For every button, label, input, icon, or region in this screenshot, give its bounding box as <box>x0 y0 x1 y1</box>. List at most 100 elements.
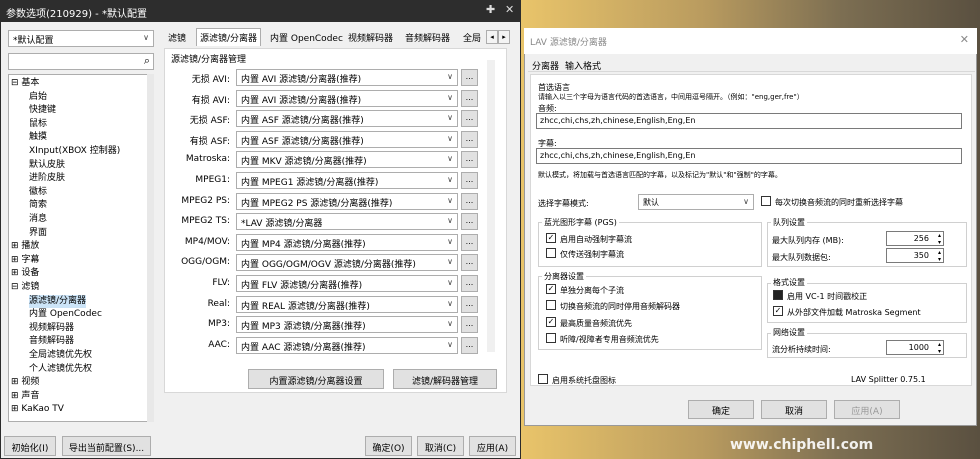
lav-apply-button[interactable]: 应用(A) <box>834 400 900 419</box>
tab-scroll-left-icon[interactable]: ◂ <box>486 30 498 44</box>
tree-item[interactable]: 触摸 <box>29 131 47 144</box>
splitter-more-button[interactable]: ... <box>461 254 478 272</box>
lav-cancel-button[interactable]: 取消 <box>761 400 827 419</box>
settings-tree[interactable]: ⊟ 基本 启始 快捷键 鼠标 触摸 XInput(XBOX 控制器) 默认皮肤 进阶皮肤 徽标简… <box>8 74 154 422</box>
tree-item[interactable]: 全局滤镜优先权 <box>29 349 92 362</box>
best-quality-checkbox[interactable]: ✓ <box>546 317 556 327</box>
tab-video-decoder[interactable]: 视频解码器 <box>348 31 393 44</box>
queue-packets-spinner[interactable]: 350 <box>886 248 944 263</box>
builtin-splitter-settings-button[interactable]: 内置源滤镜/分离器设置 <box>248 369 384 389</box>
reselect-checkbox[interactable] <box>761 196 771 206</box>
audio-lang-field[interactable]: zhcc,chi,chs,zh,chinese,English,Eng,En <box>536 113 962 129</box>
tab-source-splitter[interactable]: 源滤镜/分离器 <box>196 28 262 46</box>
tree-item[interactable]: 默认皮肤 <box>29 159 65 172</box>
splitter-more-button[interactable]: ... <box>461 213 478 231</box>
tree-item[interactable]: ⊞ KaKao TV <box>11 403 64 416</box>
expand-icon[interactable]: ⊞ <box>11 241 21 251</box>
close-icon[interactable]: ✕ <box>960 33 969 46</box>
profile-select[interactable]: *默认配置 ∨ <box>8 30 154 47</box>
splitter-more-button[interactable]: ... <box>461 69 478 86</box>
tree-item[interactable]: 进阶皮肤 <box>29 172 65 185</box>
splitter-more-button[interactable]: ... <box>461 89 478 107</box>
tree-item[interactable]: 徽标 <box>29 186 47 199</box>
tree-item[interactable]: 启始 <box>29 91 47 104</box>
tree-item[interactable]: XInput(XBOX 控制器) <box>29 145 120 158</box>
tree-item[interactable]: 内置 OpenCodec <box>29 308 102 321</box>
expand-icon[interactable]: ⊞ <box>11 377 21 387</box>
splitter-more-button[interactable]: ... <box>461 316 478 334</box>
tab-opencodec[interactable]: 内置 OpenCodec <box>270 31 343 44</box>
splitter-more-button[interactable]: ... <box>461 295 478 313</box>
pgs-auto-checkbox[interactable]: ✓ <box>546 233 556 243</box>
tree-item[interactable]: 个人滤镜优先权 <box>29 363 92 376</box>
filter-manager-button[interactable]: 滤镜/解码器管理 <box>393 369 497 389</box>
splitter-select[interactable]: 内置 OGG/OGM/OGV 源滤镜/分离器(推荐) ∨ <box>236 254 458 272</box>
splitter-select[interactable]: 内置 ASF 源滤镜/分离器(推荐) ∨ <box>236 110 458 128</box>
tree-item[interactable]: 简索 <box>29 199 47 212</box>
splitter-select[interactable]: 内置 FLV 源滤镜/分离器(推荐) ∨ <box>236 275 458 292</box>
stream-analysis-spinner[interactable]: 1000 <box>886 340 944 355</box>
tray-icon-checkbox[interactable] <box>538 374 548 384</box>
splitter-select[interactable]: 内置 MKV 源滤镜/分离器(推荐) ∨ <box>236 151 458 169</box>
tree-item[interactable]: 视频解码器 <box>29 322 74 335</box>
subtitle-lang-field[interactable]: zhcc,chi,chs,zh,chinese,English,Eng,En <box>536 148 962 164</box>
disable-decoder-checkbox[interactable] <box>546 300 556 310</box>
impaired-checkbox[interactable] <box>546 333 556 343</box>
collapse-icon[interactable]: ⊟ <box>11 78 21 88</box>
tree-item[interactable]: ⊞ 视频 <box>11 376 39 389</box>
splitter-select[interactable]: 内置 AAC 源滤镜/分离器(推荐) ∨ <box>236 336 458 354</box>
splitter-more-button[interactable]: ... <box>461 130 478 148</box>
tree-item[interactable]: ⊟ 滤镜 <box>11 281 39 294</box>
splitter-more-button[interactable]: ... <box>461 192 478 210</box>
tree-item[interactable]: 消息 <box>29 213 47 226</box>
splitter-select[interactable]: 内置 AVI 源滤镜/分离器(推荐) ∨ <box>236 69 458 86</box>
pin-icon[interactable]: ✚ <box>486 3 495 16</box>
collapse-icon[interactable]: ⊟ <box>11 282 21 292</box>
tab-audio-decoder[interactable]: 音频解码器 <box>405 31 450 44</box>
tree-item[interactable]: ⊟ 基本 <box>11 77 39 90</box>
tree-item[interactable]: ⊞ 字幕 <box>11 254 39 267</box>
tree-item[interactable]: 界面 <box>29 227 47 240</box>
rows-scrollbar[interactable] <box>487 60 495 352</box>
splitter-more-button[interactable]: ... <box>461 275 478 292</box>
vc1-checkbox[interactable] <box>773 290 783 300</box>
splitter-select[interactable]: 内置 AVI 源滤镜/分离器(推荐) ∨ <box>236 89 458 107</box>
splitter-more-button[interactable]: ... <box>461 110 478 128</box>
apply-button[interactable]: 应用(A) <box>469 436 516 456</box>
lav-ok-button[interactable]: 确定 <box>688 400 754 419</box>
substream-checkbox[interactable]: ✓ <box>546 284 556 294</box>
splitter-select[interactable]: 内置 MP3 源滤镜/分离器(推荐) ∨ <box>236 316 458 334</box>
tab-input-format[interactable]: 输入格式 <box>565 59 601 72</box>
init-button[interactable]: 初始化(I) <box>4 436 56 456</box>
matroska-segment-checkbox[interactable]: ✓ <box>773 306 783 316</box>
splitter-more-button[interactable]: ... <box>461 336 478 354</box>
tab-filters[interactable]: 滤镜 <box>168 31 186 44</box>
cancel-button[interactable]: 取消(C) <box>417 436 464 456</box>
splitter-more-button[interactable]: ... <box>461 151 478 169</box>
tree-item[interactable]: 快捷键 <box>29 104 56 117</box>
pgs-forced-checkbox[interactable] <box>546 248 556 258</box>
expand-icon[interactable]: ⊞ <box>11 391 21 401</box>
splitter-select[interactable]: 内置 MPEG1 源滤镜/分离器(推荐) ∨ <box>236 172 458 189</box>
splitter-select[interactable]: 内置 ASF 源滤镜/分离器(推荐) ∨ <box>236 130 458 148</box>
search-input[interactable]: ⌕ <box>8 53 154 70</box>
tree-item[interactable]: 音频解码器 <box>29 335 74 348</box>
expand-icon[interactable]: ⊞ <box>11 404 21 414</box>
export-config-button[interactable]: 导出当前配置(S)... <box>62 436 151 456</box>
splitter-select[interactable]: *LAV 源滤镜/分离器 ∨ <box>236 213 458 231</box>
tree-item[interactable]: 源滤镜/分离器 <box>29 294 87 308</box>
sub-mode-select[interactable]: 默认 ∨ <box>638 194 754 210</box>
tab-global[interactable]: 全局 <box>463 31 481 44</box>
tab-scroll-right-icon[interactable]: ▸ <box>498 30 510 44</box>
queue-mem-spinner[interactable]: 256 <box>886 231 944 246</box>
tab-splitter[interactable]: 分离器 <box>532 59 559 72</box>
splitter-select[interactable]: 内置 REAL 源滤镜/分离器(推荐) ∨ <box>236 295 458 313</box>
search-icon[interactable]: ⌕ <box>144 54 150 68</box>
close-icon[interactable]: ✕ <box>505 3 514 16</box>
tree-item[interactable]: ⊞ 声音 <box>11 390 39 403</box>
tree-scrollbar[interactable] <box>147 74 154 422</box>
expand-icon[interactable]: ⊞ <box>11 255 21 265</box>
ok-button[interactable]: 确定(O) <box>365 436 412 456</box>
tree-item[interactable]: ⊞ 播放 <box>11 240 39 253</box>
expand-icon[interactable]: ⊞ <box>11 268 21 278</box>
